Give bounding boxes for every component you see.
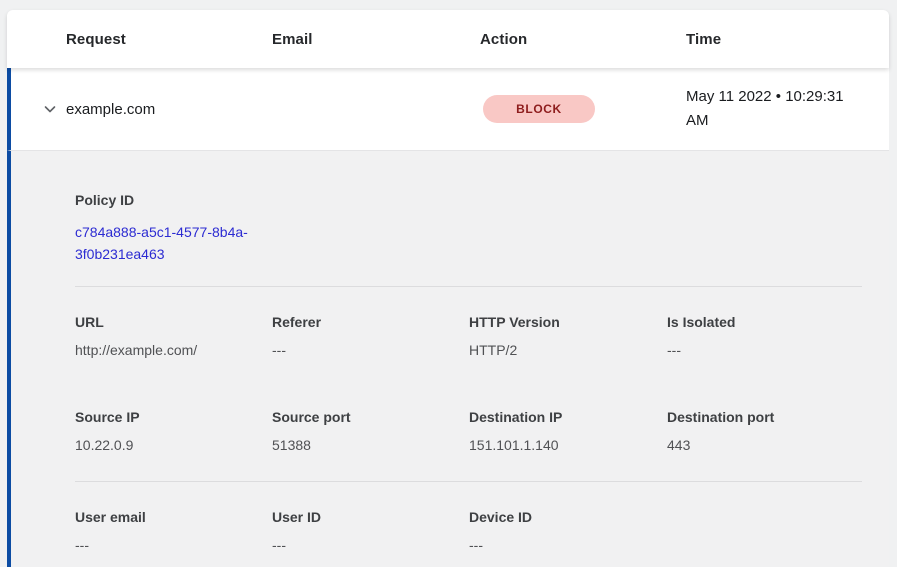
field-value: --- (272, 342, 469, 359)
detail-row-user: User email --- User ID --- Device ID --- (75, 509, 862, 554)
detail-section-user: User email --- User ID --- Device ID --- (75, 482, 862, 554)
field-is-isolated: Is Isolated --- (667, 314, 862, 359)
field-device-id: Device ID --- (469, 509, 667, 554)
field-http-version: HTTP Version HTTP/2 (469, 314, 667, 359)
field-value: --- (469, 537, 667, 554)
table-row[interactable]: example.com BLOCK May 11 2022 • 10:29:31… (7, 68, 889, 150)
detail-row-source-dest: Source IP 10.22.0.9 Source port 51388 De… (75, 409, 862, 454)
field-label: Device ID (469, 509, 667, 526)
field-label: Destination IP (469, 409, 667, 426)
field-label: Policy ID (75, 192, 272, 209)
detail-section-policy: Policy ID c784a888-a5c1-4577-8b4a-3f0b23… (75, 151, 862, 286)
column-header-email: Email (272, 31, 480, 48)
row-detail-panel: Policy ID c784a888-a5c1-4577-8b4a-3f0b23… (7, 150, 889, 567)
field-source-ip: Source IP 10.22.0.9 (75, 409, 272, 454)
collapse-row-button[interactable] (11, 68, 66, 150)
status-badge-block: BLOCK (483, 95, 595, 123)
field-url: URL http://example.com/ (75, 314, 272, 359)
field-label: Destination port (667, 409, 862, 426)
field-value: 51388 (272, 437, 469, 454)
row-action-cell: BLOCK (483, 95, 686, 123)
field-label: User email (75, 509, 272, 526)
field-label: Is Isolated (667, 314, 862, 331)
detail-section-network: URL http://example.com/ Referer --- HTTP… (75, 287, 862, 481)
chevron-down-icon (42, 101, 58, 117)
field-label: URL (75, 314, 272, 331)
field-value: 151.101.1.140 (469, 437, 667, 454)
field-value: 10.22.0.9 (75, 437, 272, 454)
field-value: --- (667, 342, 862, 359)
field-value: 443 (667, 437, 862, 454)
field-destination-port: Destination port 443 (667, 409, 862, 454)
field-label: User ID (272, 509, 469, 526)
field-value: --- (272, 537, 469, 554)
field-user-id: User ID --- (272, 509, 469, 554)
log-table-card: Request Email Action Time example.com BL… (7, 10, 889, 567)
field-destination-ip: Destination IP 151.101.1.140 (469, 409, 667, 454)
column-header-action: Action (480, 31, 686, 48)
field-referer: Referer --- (272, 314, 469, 359)
column-header-time: Time (686, 31, 889, 48)
field-value: --- (75, 537, 272, 554)
policy-id-link[interactable]: c784a888-a5c1-4577-8b4a-3f0b231ea463 (75, 221, 272, 265)
field-policy-id: Policy ID c784a888-a5c1-4577-8b4a-3f0b23… (75, 192, 272, 265)
detail-row-url: URL http://example.com/ Referer --- HTTP… (75, 314, 862, 359)
field-value: http://example.com/ (75, 342, 272, 359)
column-header-request: Request (66, 31, 272, 48)
field-user-email: User email --- (75, 509, 272, 554)
field-label: HTTP Version (469, 314, 667, 331)
field-label: Referer (272, 314, 469, 331)
field-empty (667, 509, 862, 554)
row-time-value: May 11 2022 • 10:29:31 AM (686, 85, 872, 133)
table-header-row: Request Email Action Time (7, 10, 889, 68)
row-request-value: example.com (66, 101, 272, 118)
field-source-port: Source port 51388 (272, 409, 469, 454)
field-value: HTTP/2 (469, 342, 667, 359)
field-label: Source IP (75, 409, 272, 426)
field-label: Source port (272, 409, 469, 426)
